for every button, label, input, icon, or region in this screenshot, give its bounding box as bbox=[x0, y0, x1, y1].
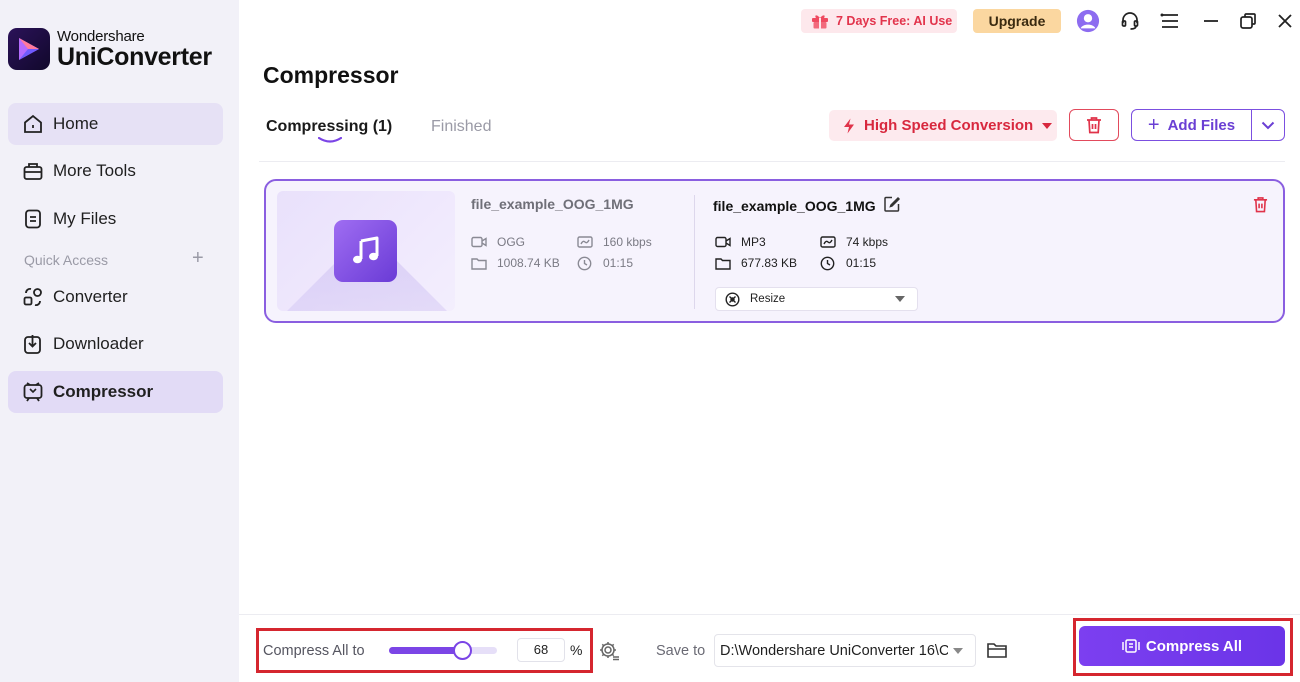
sidebar: Wondershare UniConverter Home More Tools… bbox=[0, 0, 239, 682]
gift-icon bbox=[811, 13, 829, 29]
sidebar-item-label: More Tools bbox=[53, 161, 136, 180]
sidebar-item-downloader[interactable]: Downloader bbox=[8, 323, 223, 365]
video-camera-icon bbox=[715, 235, 731, 249]
folder-icon bbox=[471, 256, 487, 270]
sidebar-item-home[interactable]: Home bbox=[8, 103, 223, 145]
restore-window-icon[interactable] bbox=[1236, 9, 1260, 33]
file-icon bbox=[22, 208, 44, 230]
open-folder-icon[interactable] bbox=[986, 640, 1008, 662]
bitrate-icon bbox=[820, 235, 836, 249]
active-tab-indicator bbox=[318, 137, 342, 143]
add-quick-access-button[interactable]: + bbox=[192, 248, 204, 268]
sidebar-item-my-files[interactable]: My Files bbox=[8, 198, 223, 240]
support-headset-icon[interactable] bbox=[1118, 9, 1142, 33]
output-duration: 01:15 bbox=[820, 256, 876, 270]
compress-all-button[interactable]: Compress All bbox=[1079, 626, 1285, 666]
brand-line1: Wondershare bbox=[57, 27, 145, 45]
compression-mode-select[interactable]: Resize bbox=[715, 287, 918, 311]
menu-icon[interactable] bbox=[1158, 9, 1182, 33]
source-bitrate: 160 kbps bbox=[577, 235, 652, 249]
save-to-label: Save to bbox=[656, 643, 706, 659]
save-path-select[interactable]: D:\Wondershare UniConverter 16\Compresse… bbox=[714, 634, 976, 667]
clock-icon bbox=[577, 256, 593, 270]
free-trial-promo[interactable]: 7 Days Free: AI Use bbox=[801, 9, 957, 33]
upgrade-button[interactable]: Upgrade bbox=[973, 9, 1061, 33]
compress-settings-gear-icon[interactable] bbox=[598, 640, 620, 662]
save-path-value: D:\Wondershare UniConverter 16\Compresse… bbox=[720, 642, 948, 659]
close-icon[interactable] bbox=[1273, 9, 1297, 33]
add-files-main[interactable]: + Add Files bbox=[1132, 110, 1252, 140]
source-size: 1008.74 KB bbox=[471, 256, 560, 270]
compress-percent-slider[interactable] bbox=[389, 641, 497, 660]
compressor-icon bbox=[22, 381, 44, 403]
header-divider bbox=[259, 161, 1285, 162]
folder-icon bbox=[715, 256, 731, 270]
sidebar-item-label: My Files bbox=[53, 209, 117, 228]
sidebar-item-more-tools[interactable]: More Tools bbox=[8, 150, 223, 192]
lightning-icon bbox=[843, 118, 855, 134]
compress-all-label: Compress All bbox=[1145, 637, 1243, 655]
compression-mode-value: Resize bbox=[750, 293, 786, 305]
compress-percent-input[interactable]: 68 bbox=[517, 638, 565, 662]
caret-down-icon bbox=[953, 648, 963, 654]
trash-icon bbox=[1087, 117, 1101, 134]
bitrate-icon bbox=[577, 235, 593, 249]
remove-file-icon[interactable] bbox=[1251, 195, 1269, 213]
sidebar-item-label: Downloader bbox=[53, 334, 144, 353]
sidebar-item-compressor[interactable]: Compressor bbox=[8, 371, 223, 413]
chevron-down-icon bbox=[1261, 121, 1275, 129]
slider-fill bbox=[389, 647, 462, 654]
compress-icon bbox=[1122, 638, 1140, 654]
video-camera-icon bbox=[471, 235, 487, 249]
add-files-label: Add Files bbox=[1167, 116, 1236, 134]
card-separator bbox=[694, 195, 695, 309]
resize-mode-icon bbox=[725, 291, 740, 307]
tab-finished[interactable]: Finished bbox=[431, 118, 491, 136]
source-duration: 01:15 bbox=[577, 256, 633, 270]
avatar[interactable] bbox=[1076, 9, 1100, 33]
tab-compressing[interactable]: Compressing (1) bbox=[266, 118, 392, 136]
file-thumbnail bbox=[277, 191, 455, 311]
music-note-icon bbox=[334, 220, 397, 282]
percent-sign: % bbox=[570, 642, 583, 658]
delete-all-button[interactable] bbox=[1069, 109, 1119, 141]
quick-access-label: Quick Access bbox=[24, 252, 109, 268]
sidebar-item-label: Compressor bbox=[53, 382, 154, 401]
download-icon bbox=[22, 333, 44, 355]
sidebar-item-label: Home bbox=[53, 114, 99, 133]
edit-name-icon[interactable] bbox=[883, 195, 901, 213]
page-title: Compressor bbox=[263, 62, 399, 88]
home-icon bbox=[22, 113, 44, 135]
add-files-button[interactable]: + Add Files bbox=[1131, 109, 1285, 141]
source-file-name: file_example_OOG_1MG bbox=[471, 196, 634, 212]
caret-down-icon bbox=[1042, 122, 1053, 129]
plus-icon: + bbox=[1147, 114, 1160, 136]
clock-icon bbox=[820, 256, 836, 270]
minimize-icon[interactable] bbox=[1199, 9, 1223, 33]
brand-line2: UniConverter bbox=[57, 42, 212, 71]
converter-icon bbox=[22, 286, 44, 308]
high-speed-label: High Speed Conversion bbox=[864, 117, 1034, 134]
file-task-card[interactable]: file_example_OOG_1MG OGG 160 kbps 1008.7… bbox=[264, 179, 1285, 323]
output-size: 677.83 KB bbox=[715, 256, 797, 270]
promo-text: 7 Days Free: AI Use bbox=[836, 14, 953, 28]
high-speed-conversion-button[interactable]: High Speed Conversion bbox=[829, 110, 1057, 141]
output-bitrate: 74 kbps bbox=[820, 235, 888, 249]
output-format: MP3 bbox=[715, 235, 766, 249]
logo-icon bbox=[8, 28, 50, 70]
sidebar-item-label: Converter bbox=[53, 287, 128, 306]
compress-all-label: Compress All to bbox=[263, 643, 365, 659]
output-file-name: file_example_OOG_1MG bbox=[713, 198, 876, 214]
slider-handle[interactable] bbox=[453, 641, 472, 660]
add-files-dropdown[interactable] bbox=[1252, 121, 1284, 130]
caret-down-icon bbox=[895, 296, 905, 302]
app-logo: Wondershare UniConverter bbox=[8, 28, 212, 70]
sidebar-item-converter[interactable]: Converter bbox=[8, 276, 223, 318]
source-format: OGG bbox=[471, 235, 525, 249]
toolbox-icon bbox=[22, 160, 44, 182]
